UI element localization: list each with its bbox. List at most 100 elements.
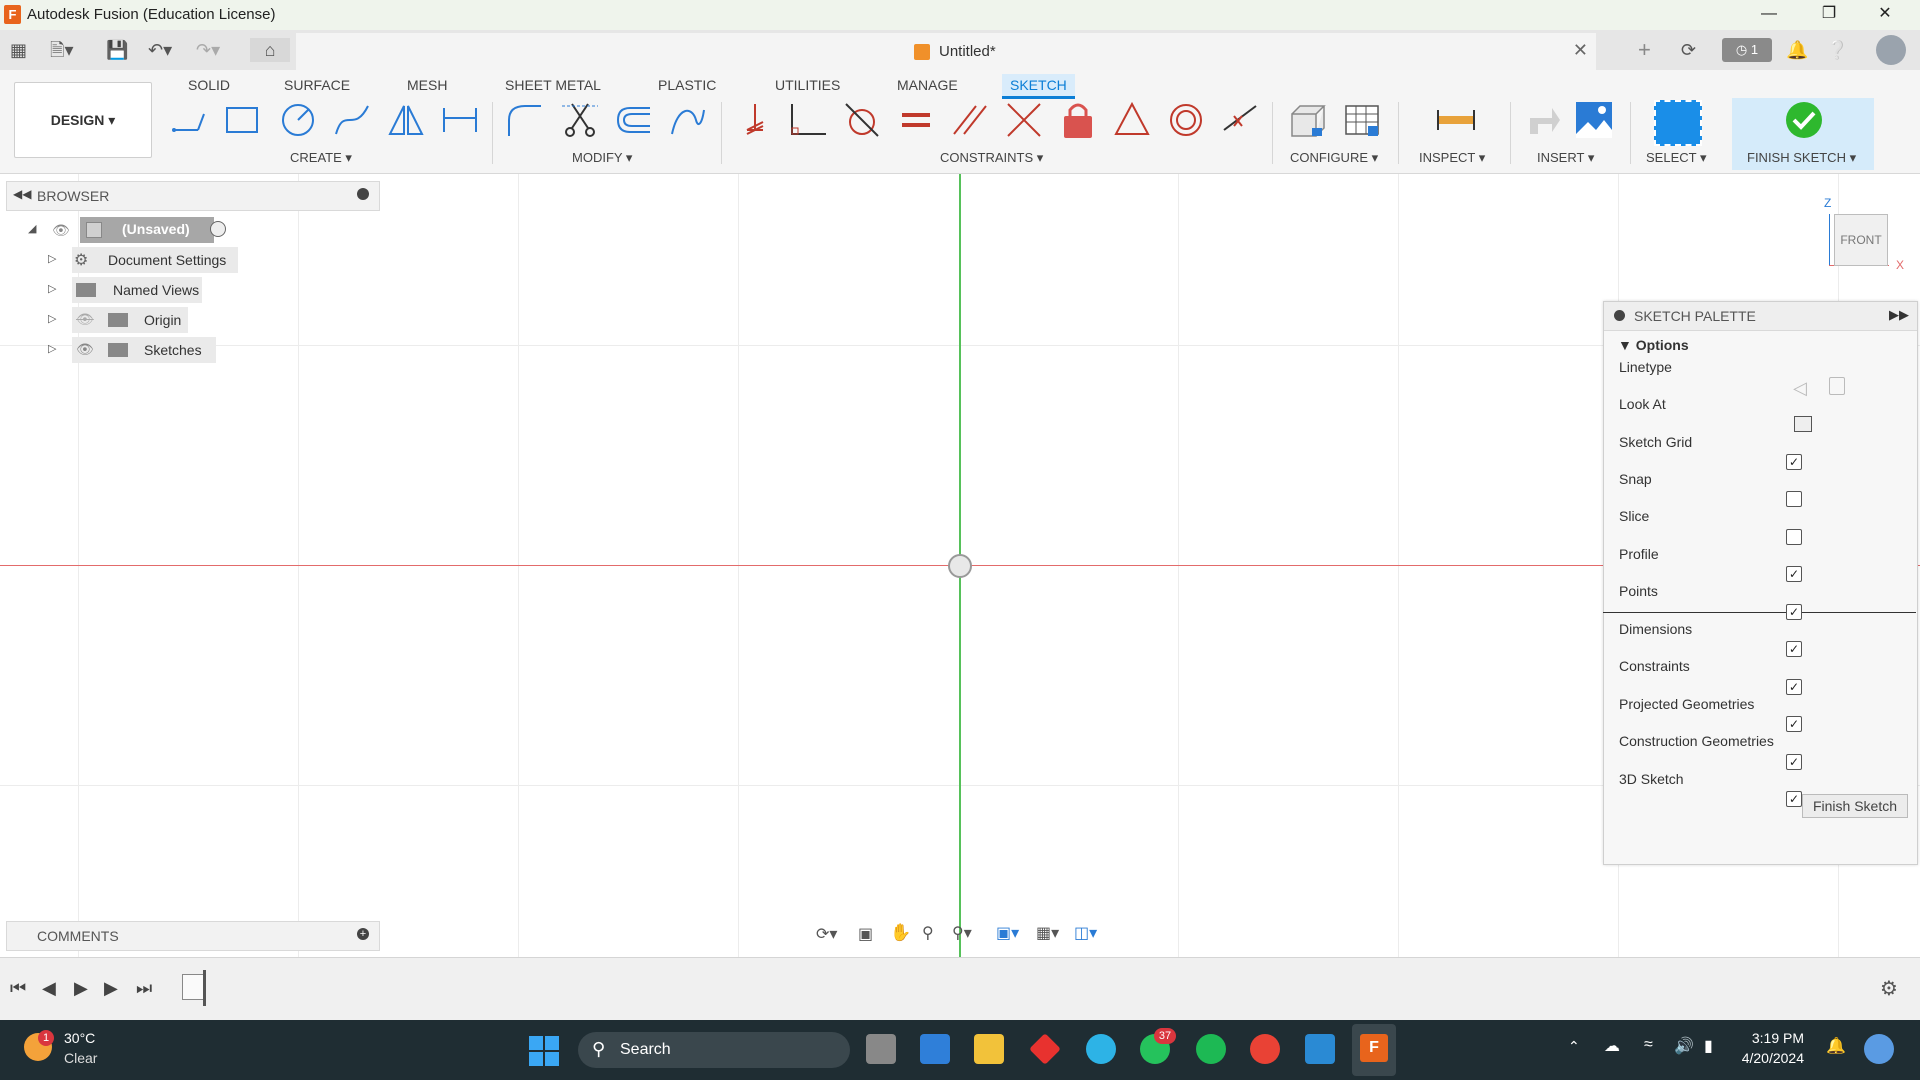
go-to-end-icon[interactable]: ⏭ xyxy=(136,978,152,999)
tab-surface[interactable]: SURFACE xyxy=(284,74,350,96)
display-settings-icon[interactable]: ▣▾ xyxy=(996,923,1019,943)
file-menu-icon[interactable]: 🗎▾ xyxy=(50,38,74,62)
look-at-icon[interactable] xyxy=(1794,416,1812,432)
orbit-icon[interactable]: ⟳▾ xyxy=(816,924,837,944)
tab-solid[interactable]: SOLID xyxy=(188,74,230,96)
step-forward-icon[interactable]: ▶ xyxy=(104,978,118,999)
spline-tool-icon[interactable] xyxy=(332,100,372,140)
circle-tool-icon[interactable] xyxy=(278,100,318,140)
browser-item-origin[interactable]: ▷ 👁 Origin xyxy=(48,307,248,333)
vscode-icon[interactable] xyxy=(1305,1034,1335,1064)
points-checkbox[interactable]: ✓ xyxy=(1786,604,1802,620)
parameters-box-icon[interactable] xyxy=(1286,100,1326,140)
spotify-icon[interactable] xyxy=(1196,1034,1226,1064)
activate-radio-icon[interactable] xyxy=(210,221,226,237)
save-icon[interactable]: 💾 xyxy=(106,38,128,62)
origin-point-icon[interactable] xyxy=(948,554,972,578)
zoom-icon[interactable]: ⚲ xyxy=(922,923,934,943)
add-comment-icon[interactable]: + xyxy=(357,928,369,940)
triangle-constraint-icon[interactable] xyxy=(1112,100,1152,140)
notification-bell-icon[interactable]: 🔔 xyxy=(1826,1036,1846,1056)
linetype-construction-icon[interactable]: ◁ xyxy=(1793,378,1807,399)
tab-sketch[interactable]: SKETCH xyxy=(1002,74,1075,99)
redo-icon[interactable]: ↷▾ xyxy=(196,38,220,62)
concentric-constraint-icon[interactable] xyxy=(1166,100,1206,140)
tab-utilities[interactable]: UTILITIES xyxy=(775,74,840,96)
timeline-marker[interactable] xyxy=(203,970,206,1006)
step-back-icon[interactable]: ◀ xyxy=(42,978,56,999)
configure-table-icon[interactable] xyxy=(1342,100,1382,140)
measure-ruler-icon[interactable] xyxy=(1436,100,1476,140)
dimensions-checkbox[interactable]: ✓ xyxy=(1786,641,1802,657)
tray-chevron-icon[interactable]: ⌃ xyxy=(1568,1038,1580,1055)
tab-plastic[interactable]: PLASTIC xyxy=(658,74,716,96)
battery-icon[interactable]: ▮ xyxy=(1704,1036,1713,1056)
select-group-label[interactable]: SELECT ▾ xyxy=(1646,150,1706,166)
tab-sheet-metal[interactable]: SHEET METAL xyxy=(505,74,601,96)
weather-desc[interactable]: Clear xyxy=(64,1050,97,1066)
clock-time[interactable]: 3:19 PM xyxy=(1740,1030,1804,1046)
play-icon[interactable]: ▶ xyxy=(74,978,88,999)
expand-arrow-icon[interactable]: ▷ xyxy=(48,342,56,355)
3d-sketch-checkbox[interactable]: ✓ xyxy=(1786,791,1802,807)
finish-sketch-label[interactable]: FINISH SKETCH ▾ xyxy=(1747,150,1856,166)
line-tool-icon[interactable] xyxy=(168,100,208,140)
palette-expand-icon[interactable]: ▶▶ xyxy=(1889,307,1909,323)
help-icon[interactable]: ❔ xyxy=(1826,38,1848,62)
offset-tool-icon[interactable] xyxy=(614,100,654,140)
go-to-start-icon[interactable]: ⏮ xyxy=(10,978,26,999)
timeline-settings-gear-icon[interactable]: ⚙ xyxy=(1880,976,1898,1001)
browser-item-sketches[interactable]: ▷ 👁 Sketches xyxy=(48,337,248,363)
create-group-label[interactable]: CREATE ▾ xyxy=(290,150,352,166)
fusion-taskbar-active[interactable]: F xyxy=(1352,1024,1396,1076)
task-view-icon[interactable] xyxy=(866,1034,896,1064)
visibility-eye-icon[interactable]: 👁 xyxy=(52,222,70,239)
construction-geometries-checkbox[interactable]: ✓ xyxy=(1786,754,1802,770)
configure-group-label[interactable]: CONFIGURE ▾ xyxy=(1290,150,1378,166)
coincident-cross-icon[interactable] xyxy=(1004,100,1044,140)
tab-mesh[interactable]: MESH xyxy=(407,74,447,96)
parallel-constraint-icon[interactable] xyxy=(950,100,990,140)
extensions-icon[interactable]: ⟳ xyxy=(1681,38,1696,62)
tab-manage[interactable]: MANAGE xyxy=(897,74,958,96)
tangent-constraint-icon[interactable] xyxy=(842,100,882,140)
inspect-group-label[interactable]: INSPECT ▾ xyxy=(1419,150,1485,166)
perpendicular-constraint-icon[interactable] xyxy=(788,100,828,140)
maximize-button[interactable]: ❐ xyxy=(1806,0,1852,30)
mirror-tool-icon[interactable] xyxy=(386,100,426,140)
view-cube[interactable]: Z X FRONT xyxy=(1824,188,1914,273)
insert-group-label[interactable]: INSERT ▾ xyxy=(1537,150,1594,166)
palette-minimize-icon[interactable] xyxy=(1614,310,1625,321)
browser-item-named-views[interactable]: ▷ Named Views xyxy=(48,277,248,303)
copilot-icon[interactable] xyxy=(1864,1034,1894,1064)
close-window-button[interactable]: ✕ xyxy=(1862,0,1908,30)
profile-checkbox[interactable]: ✓ xyxy=(1786,566,1802,582)
rectangle-tool-icon[interactable] xyxy=(222,100,262,140)
collapse-browser-icon[interactable]: ◀◀ xyxy=(13,187,31,201)
data-panel-grid-icon[interactable]: ▦ xyxy=(10,38,27,62)
grid-settings-icon[interactable]: ▦▾ xyxy=(1036,923,1059,943)
expand-arrow-icon[interactable]: ▷ xyxy=(48,312,56,325)
job-status-icon[interactable]: ◷ 1 xyxy=(1722,38,1772,62)
chrome-icon[interactable] xyxy=(1250,1034,1280,1064)
document-tab[interactable]: Untitled* ✕ xyxy=(296,33,1596,70)
home-icon[interactable]: ⌂ xyxy=(250,38,290,62)
weather-temp[interactable]: 30°C xyxy=(64,1030,95,1046)
trim-scissors-icon[interactable] xyxy=(560,100,600,140)
browser-item-document-settings[interactable]: ▷ ⚙ Document Settings xyxy=(48,247,248,273)
view-cube-front-face[interactable]: FRONT xyxy=(1834,214,1888,266)
edge-browser-icon[interactable] xyxy=(1086,1034,1116,1064)
wifi-icon[interactable]: ≈ xyxy=(1644,1036,1653,1054)
lock-constraint-icon[interactable] xyxy=(1058,100,1098,140)
sketch-grid-checkbox[interactable]: ✓ xyxy=(1786,454,1802,470)
linetype-centerline-icon[interactable] xyxy=(1829,377,1845,395)
taskbar-search-box[interactable]: ⚲ Search xyxy=(578,1032,850,1068)
equal-constraint-icon[interactable] xyxy=(896,100,936,140)
visibility-eye-icon[interactable]: 👁 xyxy=(76,341,94,358)
finish-sketch-palette-button[interactable]: Finish Sketch xyxy=(1802,794,1908,818)
zoom-window-icon[interactable]: ⚲▾ xyxy=(952,923,972,943)
git-app-icon[interactable] xyxy=(1029,1033,1061,1065)
clock-date[interactable]: 4/20/2024 xyxy=(1720,1050,1804,1066)
microsoft-store-icon[interactable] xyxy=(920,1034,950,1064)
user-avatar[interactable] xyxy=(1876,35,1906,65)
